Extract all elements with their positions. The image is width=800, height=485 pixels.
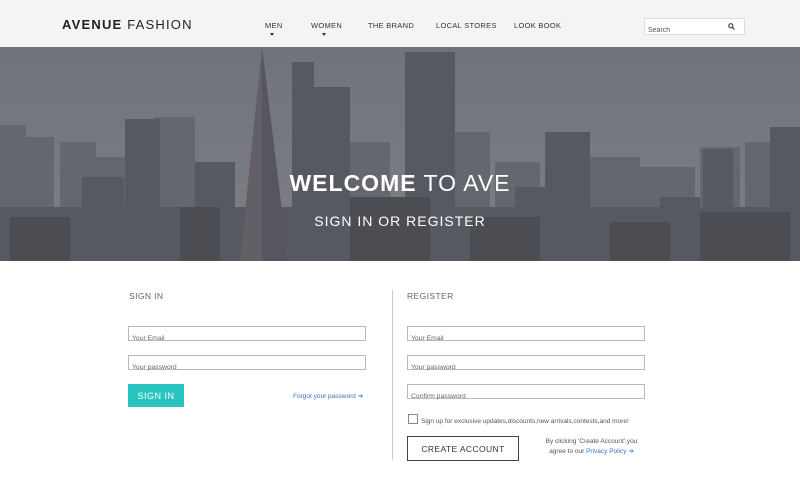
chevron-down-icon[interactable] [270,33,274,36]
site-header: AVENUE FASHION MEN WOMEN THE BRAND LOCAL… [0,0,800,47]
signin-password-field [128,355,366,374]
nav-item-women[interactable]: WOMEN [311,21,342,30]
forgot-password-link[interactable]: Forgot your password ➔ [293,392,363,400]
arrow-right-icon: ➔ [628,448,634,455]
terms-line-2-prefix: agree to our [549,448,587,455]
signin-heading: SIGN IN [129,291,164,301]
arrow-right-icon: ➔ [357,393,364,400]
register-password-field [407,355,645,374]
terms-line-1: By clicking 'Create Account',you [545,438,638,445]
register-heading: REGISTER [407,291,454,301]
create-account-button[interactable]: CREATE ACCOUNT [407,436,519,461]
terms-line-2: agree to our Privacy Policy ➔ [533,447,650,457]
search-icon[interactable] [728,23,735,30]
newsletter-checkbox[interactable] [408,414,418,424]
hero-banner: WELCOME TO AVE SIGN IN OR REGISTER [0,47,800,261]
form-divider [392,290,393,460]
search-box [644,18,745,38]
signin-button[interactable]: SIGN IN [128,384,184,407]
forgot-password-label: Forgot your password [293,393,356,400]
terms-note: By clicking 'Create Account',you agree t… [533,437,650,457]
register-email-input[interactable] [408,332,644,345]
brand-name-rest: FASHION [122,17,193,32]
privacy-policy-link[interactable]: Privacy Policy [586,448,626,455]
signin-email-field [128,326,366,345]
register-confirm-field [407,384,645,403]
register-password-input[interactable] [408,361,644,374]
nav-item-local-stores[interactable]: LOCAL STORES [436,21,497,30]
nav-item-men[interactable]: MEN [265,21,283,30]
register-confirm-input[interactable] [408,390,644,403]
newsletter-checkbox-label: Sign up for exclusive updates,discounts,… [421,418,629,425]
nav-item-look-book[interactable]: LOOK BOOK [514,21,561,30]
brand-name-bold: AVENUE [62,17,123,32]
signin-password-input[interactable] [129,361,365,374]
brand-logo[interactable]: AVENUE FASHION [62,17,193,32]
hero-title-rest: TO AVE [416,170,511,196]
register-email-field [407,326,645,345]
nav-item-the-brand[interactable]: THE BRAND [368,21,414,30]
hero-title-bold: WELCOME [289,170,417,196]
hero-subtitle: SIGN IN OR REGISTER [314,213,486,229]
hero-title: WELCOME TO AVE [0,170,800,197]
signin-email-input[interactable] [129,332,365,345]
chevron-down-icon[interactable] [322,33,326,36]
search-input[interactable] [645,23,723,38]
